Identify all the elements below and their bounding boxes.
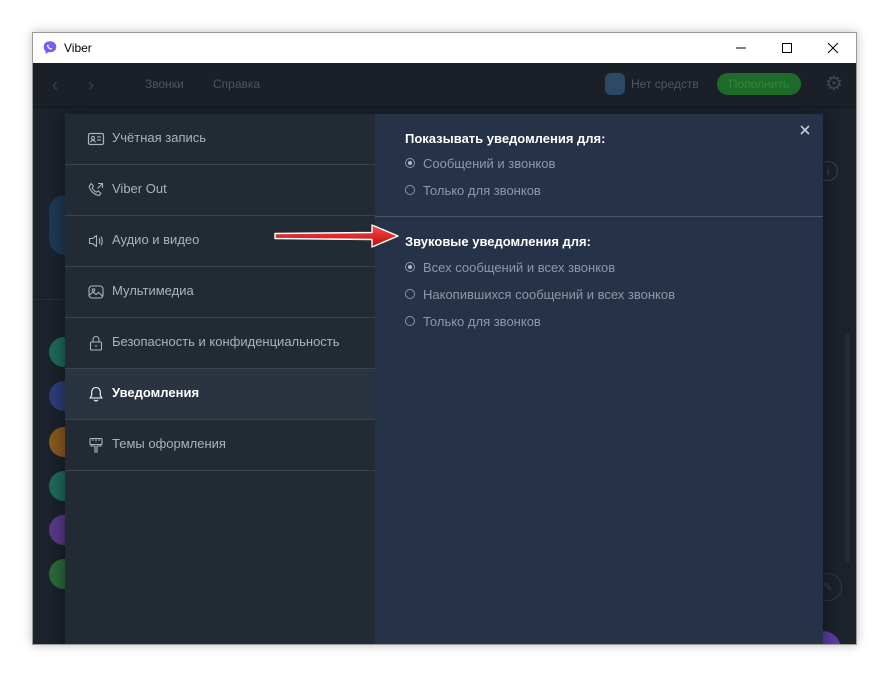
radio-label: Сообщений и звонков — [423, 156, 556, 171]
brush-icon — [89, 437, 103, 453]
nav-help: Справка — [213, 77, 261, 91]
minimize-icon — [736, 47, 746, 49]
viber-logo-icon — [43, 41, 57, 54]
menu-item-multimedia[interactable]: Мультимедиа — [65, 267, 375, 318]
section-divider — [375, 216, 823, 217]
menu-item-label: Viber Out — [112, 181, 167, 196]
menu-item-label: Аудио и видео — [112, 232, 200, 247]
menu-item-label: Учётная запись — [112, 130, 207, 145]
nav-calls: Звонки — [145, 77, 184, 91]
radio-button-icon — [405, 185, 415, 195]
topup-button: Пополнить — [717, 73, 801, 95]
balance-label: Нет средств — [631, 77, 699, 91]
menu-item-viber-out[interactable]: Viber Out — [65, 165, 375, 216]
scrollbar — [845, 333, 850, 563]
media-icon — [88, 285, 104, 299]
bell-icon — [89, 386, 103, 402]
window-title: Viber — [64, 41, 92, 55]
background-toolbar: ‹ › Звонки Справка Нет средств Пополнить… — [33, 63, 856, 108]
back-arrow-icon: ‹ — [52, 75, 58, 95]
menu-item-themes[interactable]: Темы оформления — [65, 420, 375, 471]
maximize-icon — [782, 43, 792, 53]
sound-notifications-title: Звуковые уведомления для: — [405, 234, 591, 249]
viber-window: Viber ‹ › Звонки Справка Нет средств Поп… — [32, 32, 857, 645]
minimize-button[interactable] — [718, 33, 764, 63]
notifications-panel: Показывать уведомления для: Сообщений и … — [375, 114, 823, 644]
settings-sidebar: Учётная запись Viber Out Аудио и видео М… — [65, 114, 375, 644]
forward-arrow-icon: › — [88, 75, 94, 95]
menu-item-label: Темы оформления — [112, 436, 226, 451]
menu-item-account[interactable]: Учётная запись — [65, 114, 375, 165]
close-icon — [827, 42, 839, 54]
lock-icon — [89, 336, 103, 351]
menu-item-label: Безопасность и конфиденциальность — [112, 334, 340, 349]
close-dialog-icon[interactable] — [797, 122, 813, 138]
radio-label: Всех сообщений и всех звонков — [423, 260, 616, 275]
user-avatar — [605, 73, 625, 95]
phone-icon — [88, 182, 104, 196]
menu-item-security[interactable]: Безопасность и конфиденциальность — [65, 318, 375, 369]
radio-button-icon — [405, 158, 415, 168]
title-bar: Viber — [33, 33, 856, 63]
annotation-arrow-icon — [274, 224, 399, 248]
show-notifications-title: Показывать уведомления для: — [405, 131, 606, 146]
radio-button-icon — [405, 316, 415, 326]
menu-item-label: Мультимедиа — [112, 283, 194, 298]
maximize-button[interactable] — [764, 33, 810, 63]
radio-button-icon — [405, 262, 415, 272]
close-window-button[interactable] — [810, 33, 856, 63]
account-card-icon — [87, 132, 105, 146]
menu-item-label: Уведомления — [112, 385, 200, 400]
avatar — [49, 195, 65, 255]
radio-label: Только для звонков — [423, 314, 541, 329]
radio-label: Накопившихся сообщений и всех звонков — [423, 287, 676, 302]
speaker-icon — [88, 234, 103, 248]
radio-label: Только для звонков — [423, 183, 541, 198]
gear-icon: ⚙ — [825, 73, 843, 95]
settings-dialog: Учётная запись Viber Out Аудио и видео М… — [65, 114, 823, 644]
radio-button-icon — [405, 289, 415, 299]
app-body: ‹ › Звонки Справка Нет средств Пополнить… — [33, 63, 856, 644]
menu-item-notifications[interactable]: Уведомления — [65, 369, 375, 420]
divider — [33, 299, 65, 300]
